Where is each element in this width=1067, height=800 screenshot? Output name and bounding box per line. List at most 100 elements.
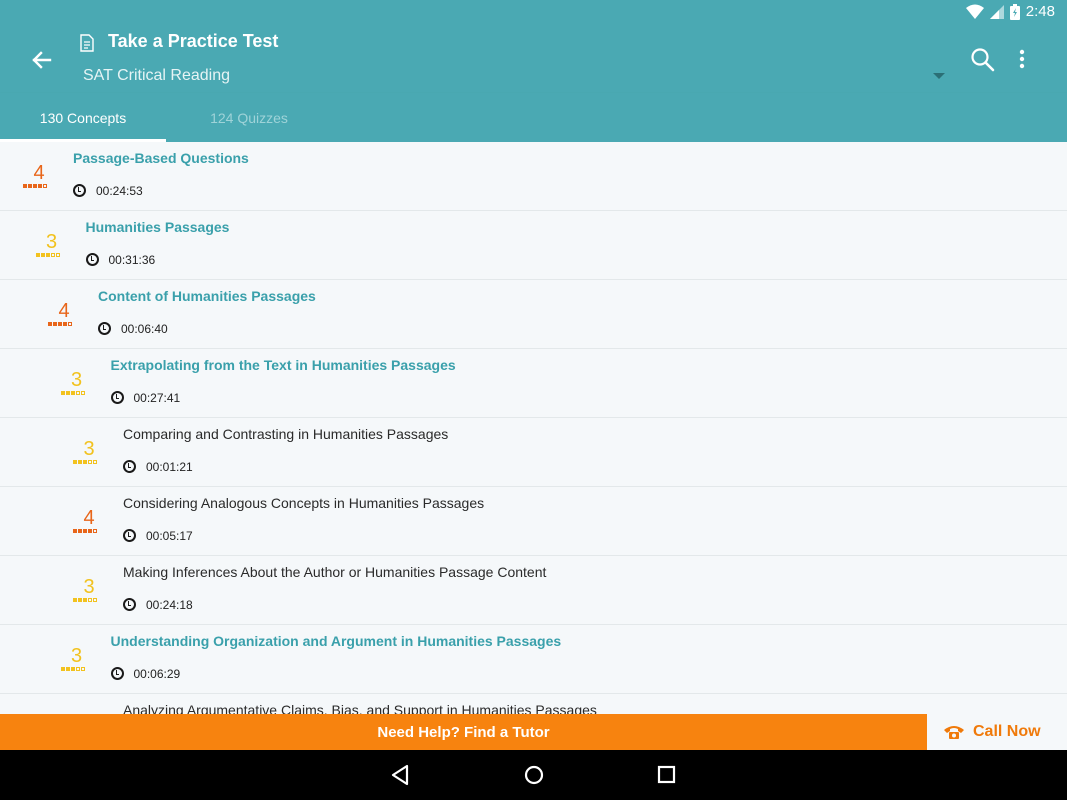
clock-time: 2:48 xyxy=(1025,3,1055,20)
mastery-meter-segment xyxy=(80,391,85,395)
concept-duration: 00:31:36 xyxy=(108,253,156,267)
mastery-level: 3 xyxy=(70,645,83,667)
mastery-meter-segment xyxy=(88,529,92,533)
mastery-meter-segment xyxy=(75,667,80,671)
concept-title: Considering Analogous Concepts in Humani… xyxy=(123,495,485,511)
concept-title: Content of Humanities Passages xyxy=(98,288,316,304)
mastery-meter-segment xyxy=(50,253,55,257)
mastery-meter-segment xyxy=(58,322,62,326)
battery-icon xyxy=(1009,3,1020,20)
mastery-meter-segment xyxy=(73,460,77,464)
status-icons: 2:48 xyxy=(965,3,1055,20)
list-item[interactable]: 4 Passage-Based Questions 00:24:53 xyxy=(0,142,1067,211)
mastery-meter-segment xyxy=(65,667,70,671)
more-vert-icon[interactable] xyxy=(1018,49,1026,69)
list-item[interactable]: 4 Considering Analogous Concepts in Human… xyxy=(0,487,1067,556)
mastery-meter-segment xyxy=(53,322,57,326)
document-icon xyxy=(80,34,94,52)
clock-icon xyxy=(110,391,124,404)
mastery-meter-segment xyxy=(80,667,85,671)
call-now-label: Call Now xyxy=(973,723,1041,740)
chevron-down-icon[interactable] xyxy=(933,73,945,79)
list-item[interactable]: 3Analyzing Argumentative Claims, Bias, a… xyxy=(0,694,1067,714)
mastery-level: 3 xyxy=(45,231,58,253)
app-bar: Take a Practice Test SAT Critical Readin… xyxy=(0,25,1067,93)
list-item[interactable]: 4 Content of Humanities Passages 00:06:40 xyxy=(0,280,1067,349)
clock-icon xyxy=(123,598,136,611)
mastery-meter xyxy=(60,391,85,395)
concept-title: Comparing and Contrasting in Humanities … xyxy=(123,426,449,442)
concept-duration: 00:06:40 xyxy=(121,322,168,336)
search-icon[interactable] xyxy=(970,47,996,73)
system-nav-bar xyxy=(0,750,1067,800)
mastery-meter-segment xyxy=(75,391,80,395)
mastery-meter xyxy=(48,322,72,326)
subject-selector[interactable]: SAT Critical Reading xyxy=(83,67,230,85)
tab-quizzes[interactable]: 124 Quizzes xyxy=(166,93,332,142)
mastery-level: 3 xyxy=(70,369,83,391)
mastery-meter-segment xyxy=(23,184,27,188)
signal-icon xyxy=(989,4,1004,19)
mastery-meter-segment xyxy=(48,322,52,326)
concept-title: Extrapolating from the Text in Humanitie… xyxy=(110,357,456,373)
clock-icon xyxy=(123,460,136,473)
concept-title: Making Inferences About the Author or Hu… xyxy=(123,564,547,580)
concept-duration: 00:01:21 xyxy=(146,460,193,474)
mastery-meter xyxy=(35,253,60,257)
mastery-meter xyxy=(73,598,97,602)
mastery-meter xyxy=(73,529,97,533)
mastery-meter-segment xyxy=(45,253,50,257)
concept-duration: 00:24:18 xyxy=(146,598,193,612)
mastery-meter-segment xyxy=(88,460,92,464)
concept-list[interactable]: 4 Passage-Based Questions 00:24:53 3 Humanit… xyxy=(0,142,1067,714)
mastery-level: 3 xyxy=(83,438,95,460)
mastery-level: 4 xyxy=(58,300,70,322)
mastery-meter xyxy=(23,184,47,188)
mastery-meter-segment xyxy=(88,598,92,602)
mastery-meter-segment xyxy=(43,184,47,188)
clock-icon xyxy=(123,529,136,542)
mastery-meter-segment xyxy=(78,460,82,464)
mastery-meter-segment xyxy=(40,253,45,257)
mastery-meter-segment xyxy=(55,253,60,257)
concept-duration: 00:27:41 xyxy=(133,391,181,405)
mastery-meter-segment xyxy=(93,529,97,533)
nav-home-icon[interactable] xyxy=(523,764,545,786)
nav-recents-icon[interactable] xyxy=(657,764,677,786)
mastery-meter-segment xyxy=(70,391,75,395)
tab-concepts[interactable]: 130 Concepts xyxy=(0,93,166,142)
page-title: Take a Practice Test xyxy=(108,31,279,51)
mastery-level: 4 xyxy=(83,507,95,529)
wifi-icon xyxy=(965,4,984,19)
concept-title: Humanities Passages xyxy=(85,219,230,235)
mastery-meter-segment xyxy=(78,529,82,533)
mastery-meter xyxy=(73,460,97,464)
mastery-meter-segment xyxy=(73,598,77,602)
mastery-meter-segment xyxy=(63,322,67,326)
mastery-meter-segment xyxy=(28,184,32,188)
nav-back-icon[interactable] xyxy=(390,764,410,786)
list-item[interactable]: 3 Humanities Passages 00:31:36 xyxy=(0,211,1067,280)
list-item[interactable]: 3 Comparing and Contrasting in Humanities… xyxy=(0,418,1067,487)
mastery-meter-segment xyxy=(83,529,87,533)
mastery-meter-segment xyxy=(93,460,97,464)
mastery-meter-segment xyxy=(70,667,75,671)
find-tutor-button[interactable]: Need Help? Find a Tutor xyxy=(0,714,927,750)
clock-icon xyxy=(110,667,124,680)
mastery-meter-segment xyxy=(78,598,82,602)
clock-icon xyxy=(85,253,99,266)
mastery-meter-segment xyxy=(73,529,77,533)
concept-duration: 00:05:17 xyxy=(146,529,193,543)
mastery-meter-segment xyxy=(38,184,42,188)
list-item[interactable]: 3 Extrapolating from the Text in Humaniti… xyxy=(0,349,1067,418)
mastery-level: 4 xyxy=(33,162,45,184)
mastery-level: 3 xyxy=(83,576,95,598)
list-item[interactable]: 3 Understanding Organization and Argument… xyxy=(0,625,1067,694)
back-arrow-icon[interactable] xyxy=(26,45,56,75)
mastery-meter-segment xyxy=(60,391,65,395)
list-item[interactable]: 3 Making Inferences About the Author or H… xyxy=(0,556,1067,625)
clock-icon xyxy=(98,322,111,335)
mastery-meter xyxy=(60,667,85,671)
status-bar: 2:48 xyxy=(0,0,1067,25)
call-now-button[interactable]: Call Now xyxy=(927,714,1067,750)
